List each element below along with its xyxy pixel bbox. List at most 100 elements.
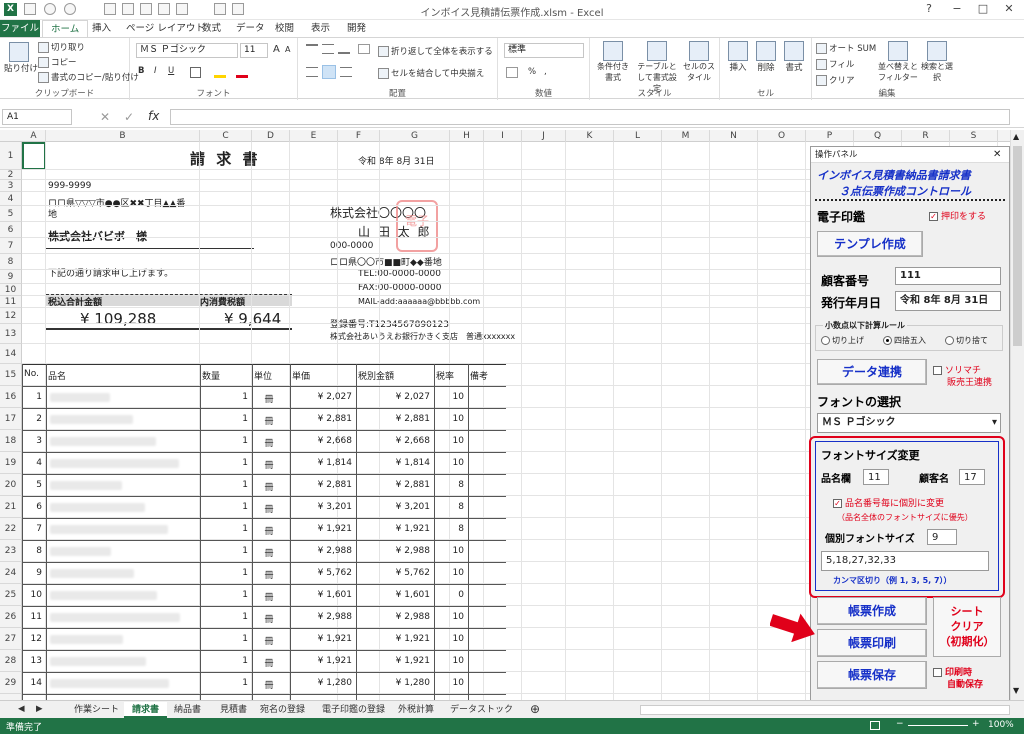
row-header-16[interactable]: 16 [0, 386, 22, 408]
italic-button[interactable]: I [154, 66, 157, 76]
enter-icon[interactable]: ✓ [124, 110, 134, 124]
name-box[interactable]: A1 [2, 109, 72, 125]
column-header-d[interactable]: D [252, 130, 290, 142]
fill-button[interactable]: フィル [816, 58, 854, 70]
page-layout-view-icon[interactable] [870, 721, 880, 730]
row-header-11[interactable]: 11 [0, 296, 22, 308]
tab-formulas[interactable]: 数式 [194, 20, 229, 37]
row-header-7[interactable]: 7 [0, 238, 22, 254]
autosum-button[interactable]: オート SUM [816, 42, 876, 54]
align-left-icon[interactable] [306, 67, 318, 77]
tab-developer[interactable]: 開発 [339, 20, 374, 37]
comma-button[interactable]: , [544, 67, 547, 77]
formula-input[interactable] [170, 109, 1010, 125]
column-header-q[interactable]: Q [854, 130, 902, 142]
cancel-icon[interactable]: ✕ [100, 110, 110, 124]
insert-cells-button[interactable]: 挿入 [724, 41, 752, 73]
row-header-18[interactable]: 18 [0, 430, 22, 452]
paste-button[interactable]: 貼り付け [4, 42, 38, 74]
cell-styles-button[interactable]: セルのスタイル [682, 41, 716, 83]
row-header-10[interactable]: 10 [0, 284, 22, 296]
row-header-5[interactable]: 5 [0, 206, 22, 222]
template-button[interactable]: テンプレ作成 [817, 231, 923, 257]
sheet-next-icon[interactable]: ▶ [36, 704, 43, 714]
align-center-icon[interactable] [322, 65, 336, 79]
close-window-icon[interactable]: ✕ [998, 2, 1020, 16]
align-right-icon[interactable] [340, 67, 352, 77]
sheet-prev-icon[interactable]: ◀ [18, 704, 25, 714]
individual-size-input[interactable]: 9 [927, 529, 957, 545]
row-header-22[interactable]: 22 [0, 518, 22, 540]
customer-number-input[interactable]: 111 [895, 267, 1001, 285]
column-header-n[interactable]: N [710, 130, 758, 142]
row-header-23[interactable]: 23 [0, 540, 22, 562]
orientation-icon[interactable] [358, 44, 370, 54]
sheet-tab[interactable]: 宛名の登録 [252, 702, 313, 718]
cut-button[interactable]: 切り取り [38, 41, 85, 53]
copy-button[interactable]: コピー [38, 56, 77, 68]
zoom-slider[interactable] [908, 725, 968, 726]
row-header-15[interactable]: 15 [0, 364, 22, 386]
row-header-27[interactable]: 27 [0, 628, 22, 650]
print-form-button[interactable]: 帳票印刷 [817, 629, 927, 657]
sheet-tab[interactable]: 納品書 [166, 702, 209, 718]
underline-button[interactable]: U [168, 66, 174, 76]
tab-home[interactable]: ホーム [42, 20, 89, 37]
find-select-button[interactable]: 検索と選択 [920, 41, 954, 83]
zoom-in-icon[interactable]: + [972, 719, 980, 729]
currency-icon[interactable] [506, 67, 518, 78]
delete-cells-button[interactable]: 削除 [752, 41, 780, 73]
column-header-c[interactable]: C [200, 130, 252, 142]
conditional-format-button[interactable]: 条件付き書式 [594, 41, 632, 83]
font-name-select[interactable]: ＭＳ Ｐゴシック [136, 43, 238, 58]
row-header-21[interactable]: 21 [0, 496, 22, 518]
font-select-dropdown[interactable]: ＭＳ Ｐゴシック ▾ [817, 413, 1001, 433]
row-header-20[interactable]: 20 [0, 474, 22, 496]
scroll-down-arrow-icon[interactable]: ▼ [1013, 686, 1019, 695]
sheet-clear-button[interactable]: シート クリア （初期化） [933, 597, 1001, 657]
row-header-17[interactable]: 17 [0, 408, 22, 430]
align-bottom-icon[interactable] [338, 44, 350, 54]
scroll-thumb[interactable] [1013, 146, 1022, 346]
column-header-l[interactable]: L [614, 130, 662, 142]
column-header-i[interactable]: I [484, 130, 522, 142]
border-icon[interactable] [190, 67, 201, 78]
column-header-j[interactable]: J [522, 130, 566, 142]
bold-button[interactable]: B [138, 66, 144, 76]
column-header-r[interactable]: R [902, 130, 950, 142]
row-header-2[interactable]: 2 [0, 170, 22, 180]
column-header-a[interactable]: A [22, 130, 46, 142]
row-header-19[interactable]: 19 [0, 452, 22, 474]
font-color-icon[interactable] [236, 67, 248, 78]
column-header-b[interactable]: B [46, 130, 200, 142]
column-header-s[interactable]: S [950, 130, 998, 142]
fill-color-icon[interactable] [214, 67, 226, 78]
column-header-o[interactable]: O [758, 130, 806, 142]
add-sheet-icon[interactable]: ⊕ [530, 702, 540, 716]
scroll-up-arrow-icon[interactable]: ▲ [1013, 132, 1019, 141]
align-middle-icon[interactable] [322, 44, 334, 54]
row-header-3[interactable]: 3 [0, 180, 22, 192]
vertical-scrollbar[interactable]: ▲ ▼ [1010, 130, 1024, 700]
font-size-select[interactable]: 11 [240, 43, 268, 58]
tab-review[interactable]: 校閲 [267, 20, 302, 37]
sheet-tab[interactable]: 請求書 [124, 702, 168, 718]
column-header-m[interactable]: M [662, 130, 710, 142]
minimize-icon[interactable]: − [946, 2, 968, 16]
row-header-25[interactable]: 25 [0, 584, 22, 606]
format-cells-button[interactable]: 書式 [780, 41, 808, 73]
tab-insert[interactable]: 挿入 [84, 20, 119, 37]
align-top-icon[interactable] [306, 44, 318, 54]
row-header-13[interactable]: 13 [0, 324, 22, 344]
help-icon[interactable]: ? [918, 2, 940, 16]
item-number-list-input[interactable]: 5,18,27,32,33 [821, 551, 989, 571]
sheet-tab[interactable]: データストック [442, 702, 521, 718]
column-header-p[interactable]: P [806, 130, 854, 142]
sheet-tab[interactable]: 電子印鑑の登録 [314, 702, 393, 718]
column-header-f[interactable]: F [338, 130, 380, 142]
row-header-9[interactable]: 9 [0, 270, 22, 284]
sort-filter-button[interactable]: 並べ替えとフィルター [878, 41, 918, 83]
customer-size-input[interactable]: 17 [959, 469, 985, 485]
row-header-24[interactable]: 24 [0, 562, 22, 584]
format-painter-button[interactable]: 書式のコピー/貼り付け [38, 71, 139, 83]
